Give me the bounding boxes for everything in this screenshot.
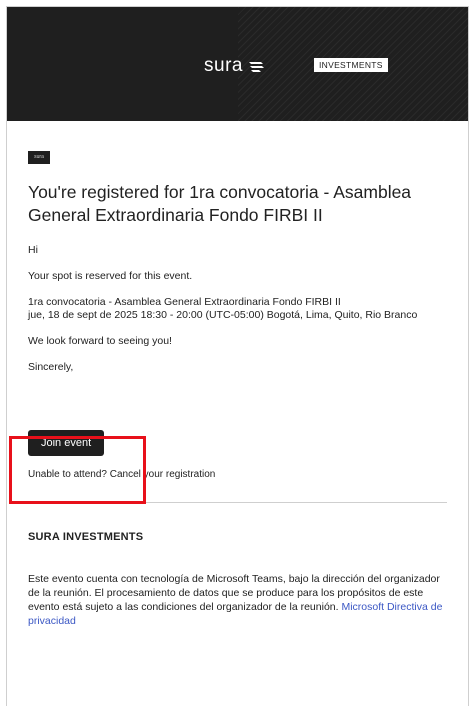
unable-to-attend: Unable to attend? Cancel your registrati… [28,468,447,481]
unable-prefix: Unable to attend? [28,469,110,480]
forward-message: We look forward to seeing you! [28,335,172,347]
brand-logo: sura [204,55,265,77]
header-banner: sura INVESTMENTS [7,7,468,121]
organizer-logo: sura [28,151,50,164]
brand-name: sura [204,55,243,76]
investments-badge: INVESTMENTS [314,58,388,72]
join-area: Join event [28,430,447,456]
signoff: Sincerely, [28,361,74,373]
company-name: SURA INVESTMENTS [28,531,144,543]
reserved-message: Your spot is reserved for this event. [28,270,193,282]
email-frame: sura INVESTMENTS sura You're registered … [6,6,469,706]
event-details: 1ra convocatoria - Asamblea General Extr… [28,296,447,322]
event-datetime: jue, 18 de sept de 2025 18:30 - 20:00 (U… [28,309,418,321]
email-body: sura You're registered for 1ra convocato… [7,151,468,628]
cancel-registration-link[interactable]: Cancel your registration [110,469,216,480]
sura-wing-icon [248,62,264,72]
join-event-button[interactable]: Join event [28,430,105,456]
event-name: 1ra convocatoria - Asamblea General Extr… [28,296,341,308]
greeting: Hi [28,244,38,256]
registration-title: You're registered for 1ra convocatoria -… [28,182,412,225]
teams-disclaimer: Este evento cuenta con tecnología de Mic… [28,572,447,628]
divider [28,502,447,503]
